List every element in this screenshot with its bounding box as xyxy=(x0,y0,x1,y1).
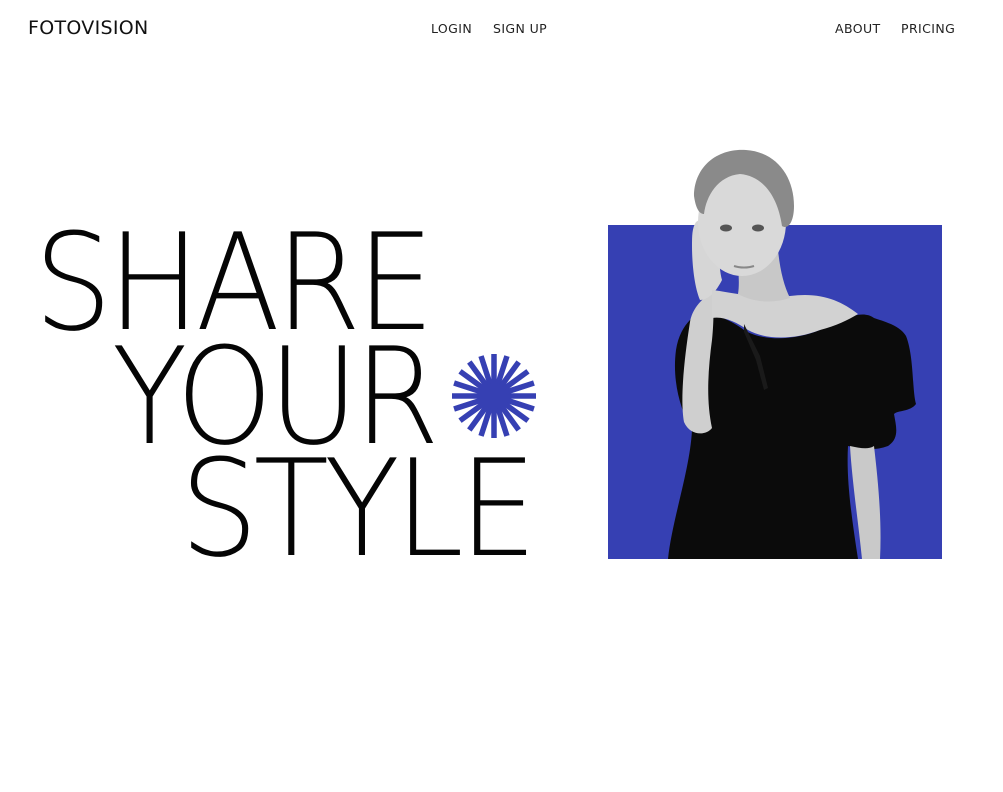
sun-burst-icon xyxy=(452,354,536,438)
hero-photo-background xyxy=(608,225,942,559)
nav-pricing-link[interactable]: PRICING xyxy=(901,21,955,36)
nav-about-link[interactable]: ABOUT xyxy=(835,21,881,36)
hero-headline-line-3: STYLE xyxy=(180,431,537,587)
logo[interactable]: FOTOVISION xyxy=(28,17,149,39)
nav-signup-link[interactable]: SIGN UP xyxy=(493,21,547,36)
nav-login-link[interactable]: LOGIN xyxy=(431,21,472,36)
